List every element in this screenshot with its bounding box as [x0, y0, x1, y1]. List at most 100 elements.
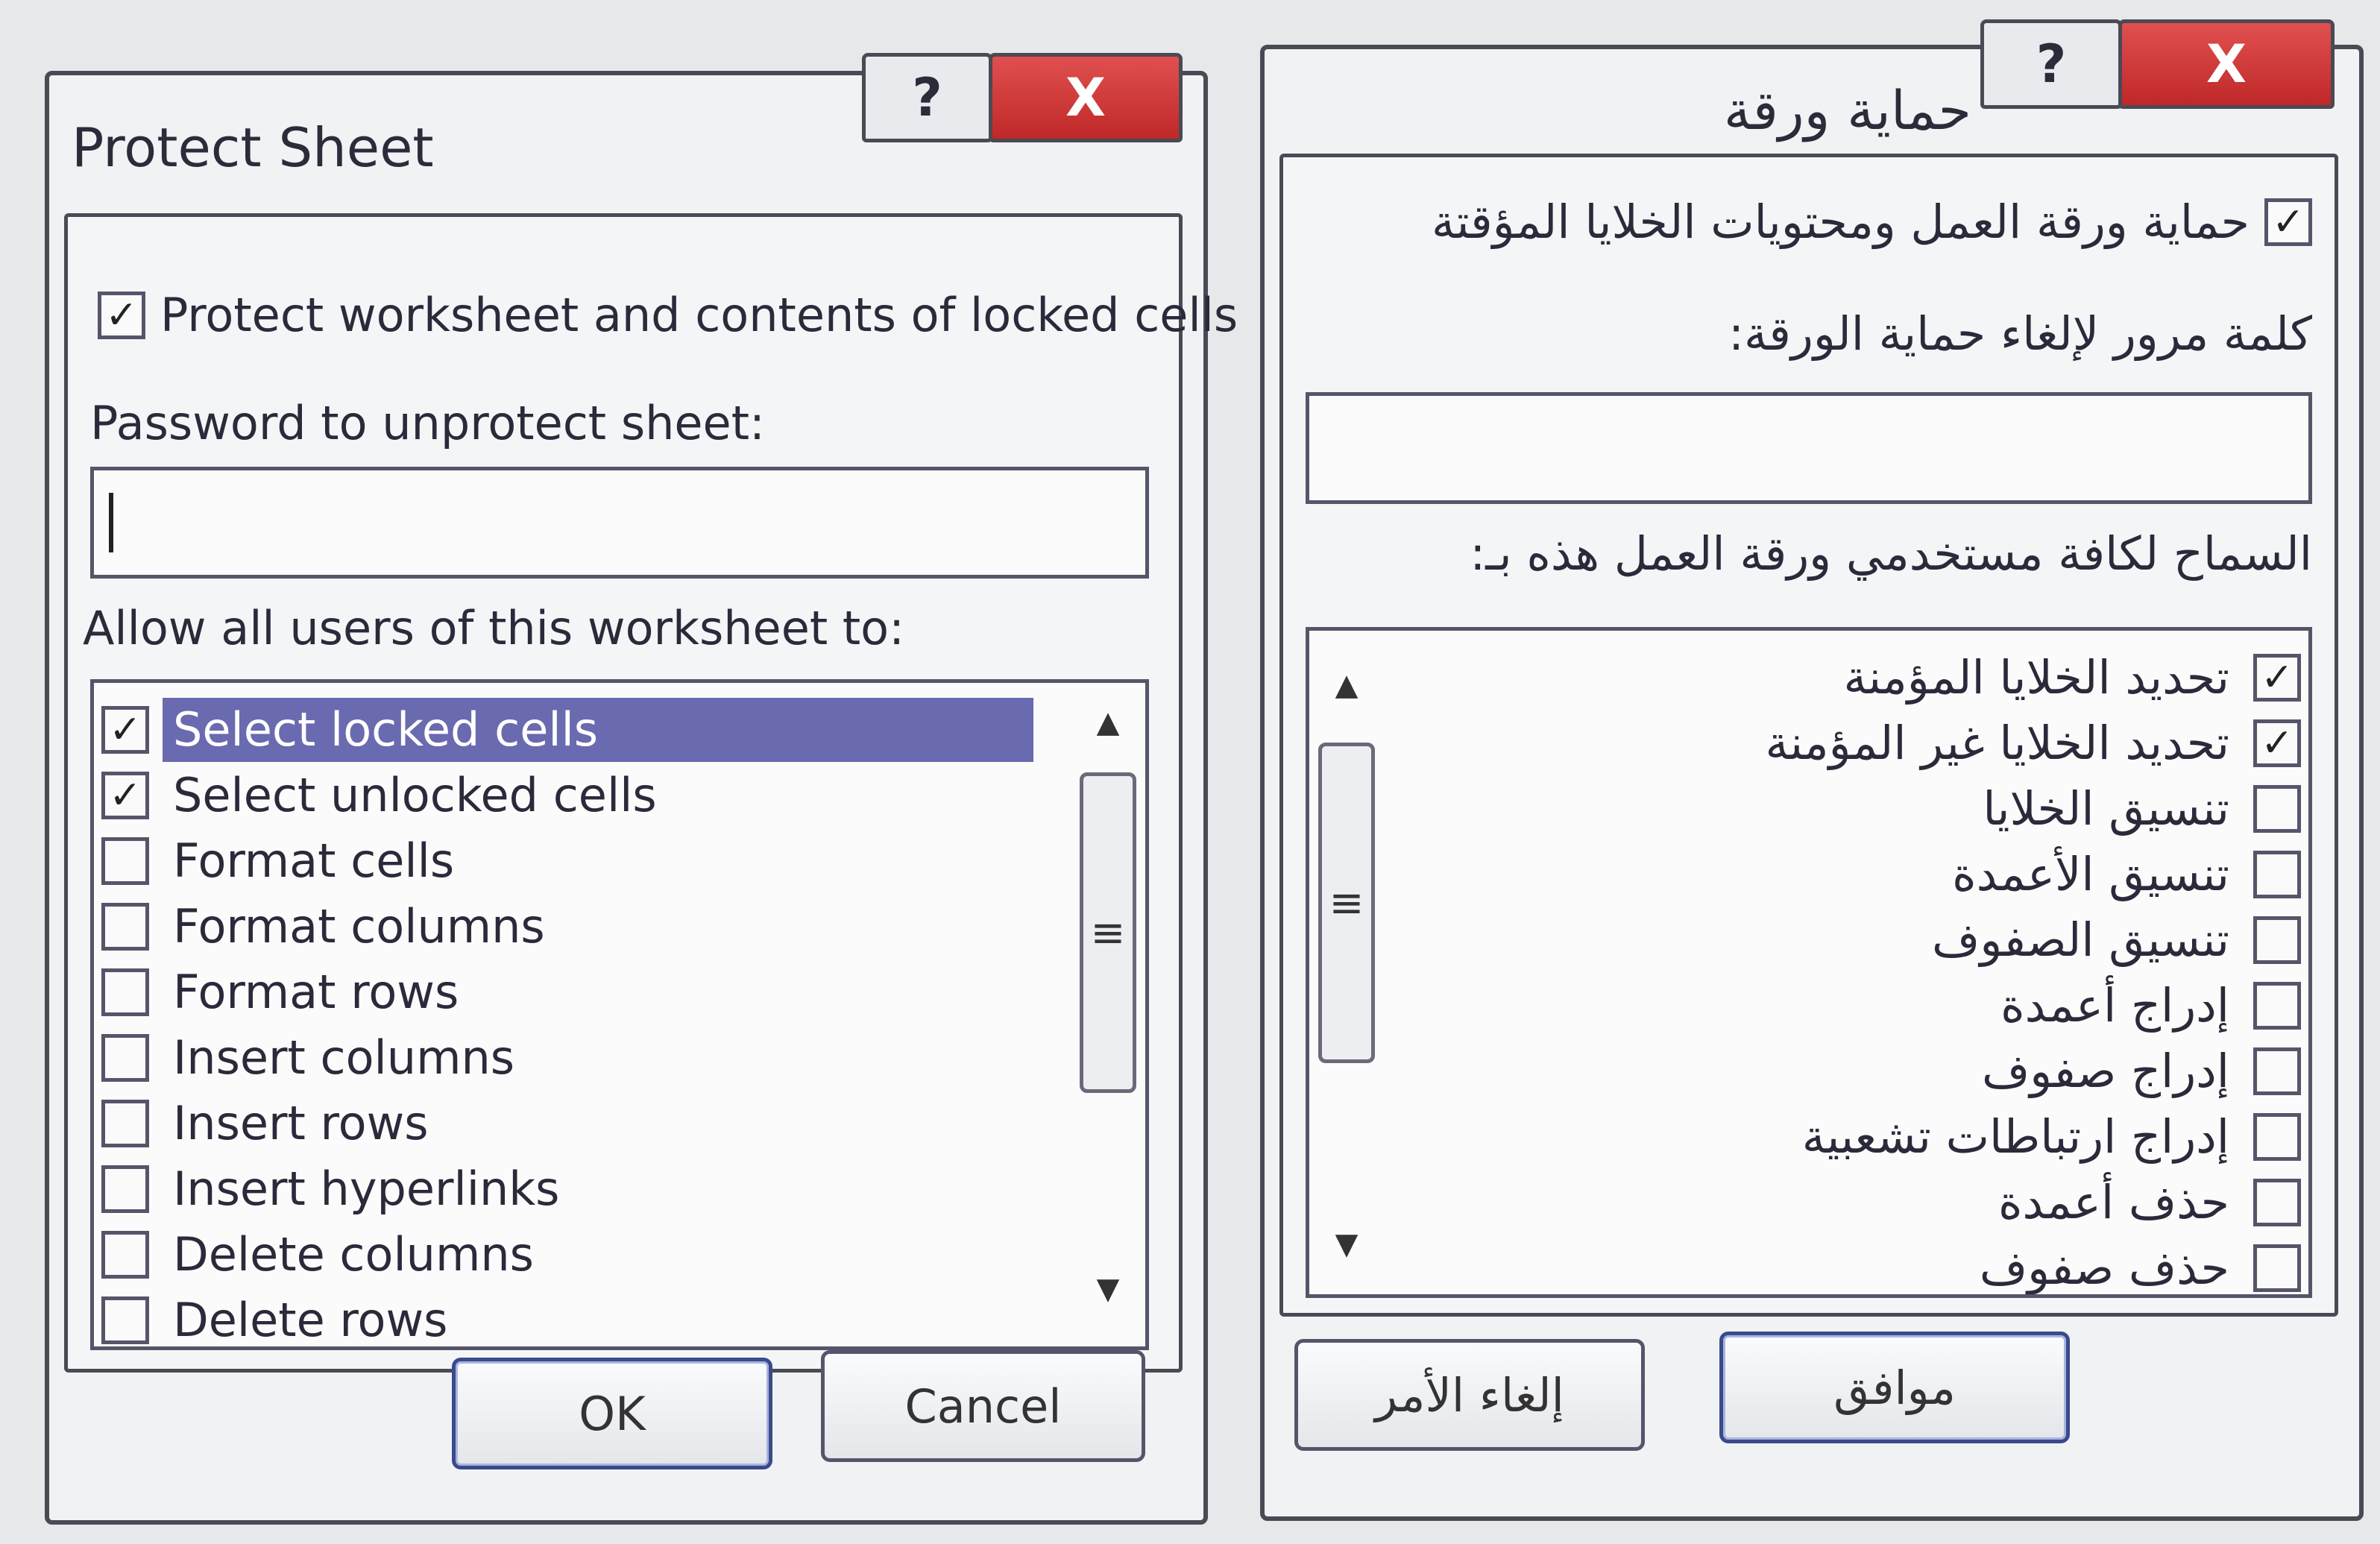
list-item[interactable]: إدراج ارتباطات تشعبية [1792, 1105, 2301, 1169]
permission-label: إدراج ارتباطات تشعبية [1801, 1109, 2229, 1164]
list-item[interactable]: Format columns [101, 895, 555, 959]
permission-checkbox[interactable] [2253, 916, 2301, 964]
permission-checkbox[interactable] [101, 1034, 149, 1082]
permission-label: Format rows [173, 965, 459, 1019]
permission-checkbox[interactable] [2253, 785, 2301, 833]
list-item[interactable]: حذف أعمدة [1988, 1170, 2301, 1235]
protect-worksheet-label: Protect worksheet and contents of locked… [160, 288, 1238, 342]
permission-checkbox[interactable] [2253, 982, 2301, 1030]
permission-checkbox[interactable] [101, 1296, 149, 1344]
list-item[interactable]: تنسيق الأعمدة [1942, 842, 2301, 907]
list-item[interactable]: Insert rows [101, 1091, 439, 1156]
help-icon: ? [2036, 34, 2067, 95]
close-button[interactable]: X [989, 53, 1183, 142]
list-item[interactable]: إدراج أعمدة [1990, 974, 2301, 1038]
list-item[interactable]: Format cells [101, 829, 465, 893]
permission-checkbox[interactable] [2253, 1179, 2301, 1226]
scroll-down-icon[interactable]: ▼ [1071, 1272, 1145, 1306]
permission-label: حذف صفوف [1979, 1241, 2229, 1295]
permission-label: Delete rows [173, 1293, 448, 1347]
permission-label: Select locked cells [163, 698, 1033, 762]
list-item[interactable]: Insert hyperlinks [101, 1157, 570, 1221]
permission-checkbox[interactable] [101, 968, 149, 1016]
permission-checkbox[interactable] [101, 1231, 149, 1279]
password-label-row: Password to unprotect sheet: [90, 396, 765, 450]
list-item[interactable]: تنسيق الخلايا [1972, 777, 2301, 841]
permission-checkbox[interactable]: ✓ [101, 772, 149, 819]
permission-checkbox[interactable] [101, 837, 149, 885]
protect-worksheet-label: حماية ورقة العمل ومحتويات الخلايا المؤقت… [1432, 195, 2250, 249]
permission-checkbox[interactable] [101, 903, 149, 951]
protect-worksheet-option[interactable]: ✓ حماية ورقة العمل ومحتويات الخلايا المؤ… [1432, 195, 2312, 249]
scroll-grip-icon: ≡ [1329, 878, 1364, 927]
list-item[interactable]: Delete rows [101, 1288, 459, 1347]
permission-checkbox[interactable]: ✓ [2253, 654, 2301, 702]
permission-checkbox[interactable] [2253, 1047, 2301, 1095]
list-item[interactable]: حذف صفوف [1969, 1236, 2301, 1295]
protect-worksheet-checkbox[interactable]: ✓ [98, 291, 145, 339]
permission-label: Select unlocked cells [173, 768, 657, 822]
password-input[interactable] [1306, 392, 2312, 504]
allow-label-row: السماح لكافة مستخدمي ورقة العمل هذه بـ: [1470, 526, 2312, 581]
permission-checkbox[interactable]: ✓ [101, 706, 149, 754]
list-scrollbar[interactable]: ▲ ≡ ▼ [1071, 683, 1145, 1346]
list-item[interactable]: تنسيق الصفوف [1921, 908, 2301, 972]
ok-button[interactable]: OK [452, 1358, 772, 1469]
help-button[interactable]: ? [1980, 19, 2122, 109]
cancel-button-label: Cancel [904, 1378, 1062, 1434]
permission-checkbox[interactable] [2253, 1244, 2301, 1292]
ok-button[interactable]: موافق [1719, 1332, 2070, 1443]
permission-label: Format cells [173, 834, 455, 888]
scrollbar-thumb[interactable]: ≡ [1318, 743, 1375, 1063]
list-item[interactable]: ✓ Select locked cells [101, 698, 1033, 762]
password-label-row: كلمة مرور لإلغاء حماية الورقة: [1728, 306, 2312, 361]
cancel-button[interactable]: إلغاء الأمر [1294, 1339, 1645, 1451]
ok-button-label: موافق [1833, 1360, 1956, 1415]
cancel-button[interactable]: Cancel [821, 1350, 1145, 1462]
list-item[interactable]: ✓ تحديد الخلايا غير المؤمنة [1754, 711, 2301, 775]
permissions-list[interactable]: ▲ ≡ ▼ ✓ تحديد الخلايا المؤمنة ✓ تحديد ال… [1306, 627, 2312, 1298]
scroll-up-icon[interactable]: ▲ [1071, 705, 1145, 740]
protect-sheet-dialog-arabic: حماية ورقة ? X ✓ حماية ورقة العمل ومحتوي… [1260, 19, 2364, 1521]
scroll-down-icon[interactable]: ▼ [1309, 1227, 1384, 1261]
list-scrollbar[interactable]: ▲ ≡ ▼ [1309, 631, 1384, 1294]
permission-label: Delete columns [173, 1227, 534, 1282]
permissions-list[interactable]: ✓ Select locked cells ✓ Select unlocked … [90, 679, 1149, 1350]
password-input[interactable] [90, 467, 1149, 579]
permission-checkbox[interactable]: ✓ [2253, 719, 2301, 767]
help-button[interactable]: ? [862, 53, 992, 142]
allow-users-label: السماح لكافة مستخدمي ورقة العمل هذه بـ: [1470, 526, 2312, 581]
permission-checkbox[interactable] [101, 1100, 149, 1147]
protect-sheet-dialog-english: Protect Sheet ? X ✓ Protect worksheet an… [45, 53, 1238, 1525]
permission-label: حذف أعمدة [1998, 1175, 2229, 1229]
permission-label: إدراج أعمدة [2000, 978, 2229, 1033]
permission-label: Format columns [173, 899, 545, 954]
dialog-content-panel: ✓ حماية ورقة العمل ومحتويات الخلايا المؤ… [1279, 154, 2338, 1317]
help-icon: ? [912, 67, 942, 128]
list-item[interactable]: Insert columns [101, 1026, 525, 1090]
permission-checkbox[interactable] [101, 1165, 149, 1213]
protect-worksheet-option[interactable]: ✓ Protect worksheet and contents of lock… [98, 288, 1238, 342]
permission-label: تحديد الخلايا غير المؤمنة [1765, 716, 2229, 770]
list-item[interactable]: Delete columns [101, 1223, 544, 1287]
permission-label: تنسيق الخلايا [1983, 781, 2229, 836]
dialog-content-panel: ✓ Protect worksheet and contents of lock… [64, 213, 1238, 1373]
list-item[interactable]: ✓ Select unlocked cells [101, 763, 667, 828]
protect-worksheet-checkbox[interactable]: ✓ [2264, 198, 2312, 246]
list-item[interactable]: إدراج صفوف [1971, 1039, 2301, 1103]
ok-button-label: OK [579, 1386, 646, 1441]
permission-checkbox[interactable] [2253, 851, 2301, 898]
permission-label: تنسيق الأعمدة [1952, 847, 2229, 901]
scrollbar-thumb[interactable]: ≡ [1080, 772, 1136, 1093]
list-item[interactable]: Format rows [101, 960, 469, 1024]
permission-label: Insert columns [173, 1030, 515, 1085]
allow-label-row: Allow all users of this worksheet to: [83, 601, 904, 655]
dialog-title: Protect Sheet [72, 116, 434, 179]
text-caret [109, 493, 113, 552]
close-button[interactable]: X [2118, 19, 2335, 109]
permission-checkbox[interactable] [2253, 1113, 2301, 1161]
scroll-up-icon[interactable]: ▲ [1309, 668, 1384, 702]
list-item[interactable]: ✓ تحديد الخلايا المؤمنة [1399, 646, 2301, 710]
cancel-button-label: إلغاء الأمر [1375, 1367, 1564, 1422]
close-icon: X [2206, 34, 2247, 95]
